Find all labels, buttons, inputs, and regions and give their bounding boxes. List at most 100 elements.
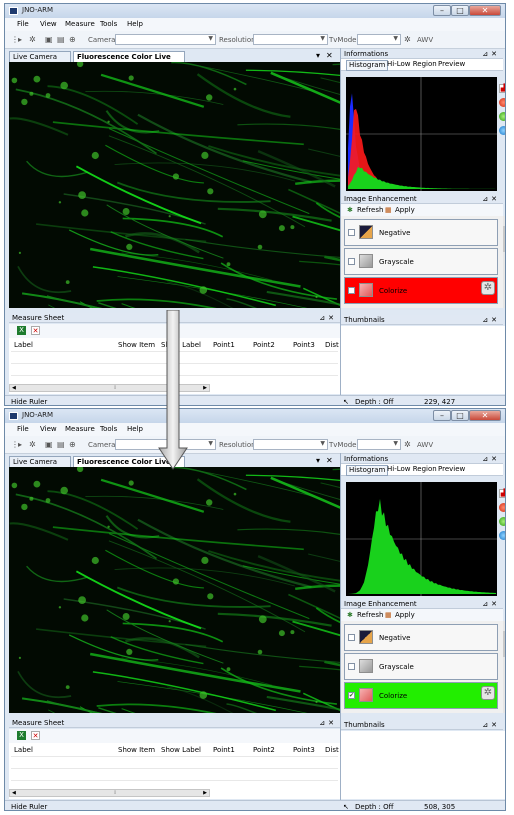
refresh-icon[interactable]: ✱ <box>347 206 353 214</box>
apply-button[interactable]: Apply <box>395 206 415 214</box>
tab-close-icon[interactable]: ✕ <box>326 456 333 465</box>
enhancement-colorize[interactable]: Colorize ✲ <box>344 277 498 304</box>
menu-measure[interactable]: Measure <box>65 20 95 28</box>
delete-icon[interactable]: ✕ <box>31 326 40 335</box>
tab-dropdown-icon[interactable]: ▾ <box>316 51 320 60</box>
menu-tools[interactable]: Tools <box>100 20 117 28</box>
crosshair-icon[interactable]: ⊕ <box>69 440 76 449</box>
hide-ruler-button[interactable]: Hide Ruler <box>11 398 47 405</box>
snapshot-icon[interactable]: ▤ <box>57 35 65 44</box>
tab-hi-low-region[interactable]: Hi-Low Region <box>385 465 439 474</box>
pin-icon[interactable]: ⊿✕ <box>482 599 500 609</box>
menu-help[interactable]: Help <box>127 20 143 28</box>
scroll-grip-icon[interactable]: ⁞⁞ <box>114 790 116 796</box>
pin-icon[interactable]: ⊿✕ <box>319 718 337 728</box>
snapshot-icon[interactable]: ▤ <box>57 440 65 449</box>
menu-view[interactable]: View <box>40 20 57 28</box>
enhancement-grayscale[interactable]: Grayscale <box>344 653 498 680</box>
histogram-all-icon[interactable]: ▟ <box>499 84 505 93</box>
grayscale-checkbox[interactable] <box>348 663 355 670</box>
colorize-settings-icon[interactable]: ✲ <box>481 281 495 295</box>
gear-icon[interactable]: ✲ <box>404 35 411 44</box>
gear-icon[interactable]: ✲ <box>29 440 36 449</box>
play-icon[interactable]: ▸ <box>18 35 22 44</box>
tab-histogram[interactable]: Histogram <box>346 465 389 476</box>
hide-ruler-button[interactable]: Hide Ruler <box>11 803 47 810</box>
tab-preview[interactable]: Preview <box>436 465 467 474</box>
pin-icon[interactable]: ⊿✕ <box>482 194 500 204</box>
apply-icon[interactable]: ▦ <box>385 611 392 619</box>
green-channel-icon[interactable] <box>499 517 505 526</box>
pin-icon[interactable]: ⊿✕ <box>482 49 500 59</box>
red-channel-icon[interactable] <box>499 503 505 512</box>
menu-measure[interactable]: Measure <box>65 425 95 433</box>
measure-hscroll[interactable]: ◀ ⁞⁞ ▶ <box>9 789 210 797</box>
colorize-checkbox[interactable]: ✔ <box>348 692 355 699</box>
grayscale-checkbox[interactable] <box>348 258 355 265</box>
refresh-button[interactable]: Refresh <box>357 206 383 214</box>
excel-icon[interactable]: X <box>17 326 26 335</box>
scroll-left-icon[interactable]: ◀ <box>12 790 16 796</box>
gear-icon[interactable]: ✲ <box>29 35 36 44</box>
close-button[interactable]: ✕ <box>469 5 501 16</box>
apply-icon[interactable]: ▦ <box>385 206 392 214</box>
minimize-button[interactable]: – <box>433 410 451 421</box>
menu-file[interactable]: File <box>17 20 29 28</box>
menu-help[interactable]: Help <box>127 425 143 433</box>
tvmode-select[interactable]: ▼ <box>357 439 401 450</box>
green-channel-icon[interactable] <box>499 112 505 121</box>
negative-checkbox[interactable] <box>348 634 355 641</box>
tab-preview[interactable]: Preview <box>436 60 467 69</box>
red-channel-icon[interactable] <box>499 98 505 107</box>
tab-fluorescence[interactable]: Fluorescence Color Live ... <box>73 51 185 71</box>
tab-dropdown-icon[interactable]: ▾ <box>316 456 320 465</box>
colorize-checkbox[interactable] <box>348 287 355 294</box>
tab-live-camera[interactable]: Live Camera <box>9 51 71 62</box>
live-image-view[interactable] <box>9 62 340 308</box>
menu-file[interactable]: File <box>17 425 29 433</box>
enhancement-scrollbar[interactable] <box>503 621 505 713</box>
camera-icon[interactable]: ▣ <box>45 35 53 44</box>
play-icon[interactable]: ▸ <box>18 440 22 449</box>
menu-tools[interactable]: Tools <box>100 425 117 433</box>
resolution-select[interactable]: ▼ <box>253 34 328 45</box>
camera-icon[interactable]: ▣ <box>45 440 53 449</box>
enhancement-grayscale[interactable]: Grayscale <box>344 248 498 275</box>
measure-table-body[interactable] <box>11 756 338 792</box>
tab-histogram[interactable]: Histogram <box>346 60 389 71</box>
maximize-button[interactable]: □ <box>451 5 469 16</box>
close-button[interactable]: ✕ <box>469 410 501 421</box>
pin-icon[interactable]: ⊿✕ <box>482 315 500 325</box>
negative-checkbox[interactable] <box>348 229 355 236</box>
minimize-button[interactable]: – <box>433 5 451 16</box>
histogram-all-icon[interactable]: ▟ <box>499 489 505 498</box>
excel-icon[interactable]: X <box>17 731 26 740</box>
scroll-left-icon[interactable]: ◀ <box>12 385 16 391</box>
resolution-select[interactable]: ▼ <box>253 439 328 450</box>
pin-icon[interactable]: ⊿✕ <box>482 720 500 730</box>
gear-icon[interactable]: ✲ <box>404 440 411 449</box>
scroll-right-icon[interactable]: ▶ <box>203 385 207 391</box>
enhancement-negative[interactable]: Negative <box>344 219 498 246</box>
enhancement-scrollbar[interactable] <box>503 216 505 308</box>
refresh-icon[interactable]: ✱ <box>347 611 353 619</box>
menu-view[interactable]: View <box>40 425 57 433</box>
scroll-grip-icon[interactable]: ⁞⁞ <box>114 385 116 391</box>
delete-icon[interactable]: ✕ <box>31 731 40 740</box>
refresh-button[interactable]: Refresh <box>357 611 383 619</box>
thumbnails-area[interactable] <box>341 731 505 799</box>
maximize-button[interactable]: □ <box>451 410 469 421</box>
blue-channel-icon[interactable] <box>499 126 505 135</box>
thumbnails-area[interactable] <box>341 326 505 394</box>
tab-close-icon[interactable]: ✕ <box>326 51 333 60</box>
pin-icon[interactable]: ⊿✕ <box>482 454 500 464</box>
tvmode-select[interactable]: ▼ <box>357 34 401 45</box>
crosshair-icon[interactable]: ⊕ <box>69 35 76 44</box>
tab-hi-low-region[interactable]: Hi-Low Region <box>385 60 439 69</box>
blue-channel-icon[interactable] <box>499 531 505 540</box>
scroll-thumb[interactable] <box>503 226 505 252</box>
scroll-right-icon[interactable]: ▶ <box>203 790 207 796</box>
enhancement-colorize[interactable]: ✔ Colorize ✲ <box>344 682 498 709</box>
colorize-settings-icon[interactable]: ✲ <box>481 686 495 700</box>
pin-icon[interactable]: ⊿✕ <box>319 313 337 323</box>
